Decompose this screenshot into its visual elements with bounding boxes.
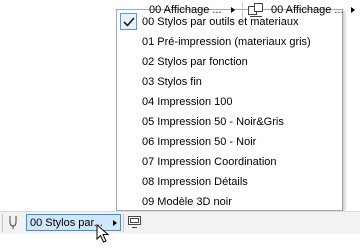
mouse-cursor-icon bbox=[96, 223, 112, 247]
chevron-right-icon bbox=[113, 220, 117, 226]
dimensions-icon bbox=[248, 2, 264, 21]
toolbar-separator bbox=[2, 214, 3, 232]
menu-item-label: 07 Impression Coordination bbox=[142, 156, 277, 168]
menu-item-pen-set-02[interactable]: 02 Stylos par fonction bbox=[117, 52, 342, 72]
menu-item-label: 06 Impression 50 - Noir bbox=[142, 136, 257, 148]
screen: 00 Stylos par outils et materiaux 01 Pré… bbox=[0, 0, 360, 251]
menu-item-pen-set-01[interactable]: 01 Pré-impression (materiaux gris) bbox=[117, 32, 342, 52]
menu-item-label: 09 Modèle 3D noir bbox=[142, 196, 232, 208]
menu-item-pen-set-08[interactable]: 08 Impression Détails bbox=[117, 172, 342, 192]
menu-item-label: 03 Stylos fin bbox=[142, 76, 202, 88]
model-view-icon bbox=[128, 214, 142, 233]
pen-set-dropdown-menu: 00 Stylos par outils et materiaux 01 Pré… bbox=[116, 9, 343, 211]
toolbar-separator bbox=[123, 214, 124, 232]
menu-item-label: 04 Impression 100 bbox=[142, 96, 233, 108]
dimensions-value: 00 Affichage ... bbox=[271, 4, 344, 16]
menu-item-label: 05 Impression 50 - Noir&Gris bbox=[142, 116, 284, 128]
menu-item-label: 08 Impression Détails bbox=[142, 176, 248, 188]
menu-item-pen-set-06[interactable]: 06 Impression 50 - Noir bbox=[117, 132, 342, 152]
checkmark-icon bbox=[120, 13, 137, 30]
menu-item-pen-set-04[interactable]: 04 Impression 100 bbox=[117, 92, 342, 112]
dimensions-selector[interactable]: 00 Affichage ... bbox=[268, 2, 358, 19]
menu-item-label: 02 Stylos par fonction bbox=[142, 56, 248, 68]
menu-item-pen-set-09[interactable]: 09 Modèle 3D noir bbox=[117, 192, 342, 212]
menu-item-label: 01 Pré-impression (materiaux gris) bbox=[142, 36, 311, 48]
pen-set-icon bbox=[8, 214, 18, 233]
bottom-toolbar: 00 Stylos par... bbox=[0, 211, 360, 234]
menu-item-pen-set-07[interactable]: 07 Impression Coordination bbox=[117, 152, 342, 172]
pen-set-value: 00 Stylos par... bbox=[30, 217, 103, 229]
chevron-right-icon bbox=[351, 7, 355, 13]
toolbar-separator bbox=[242, 2, 243, 20]
model-view-options-selector[interactable]: 00 Affichage ... bbox=[146, 2, 238, 19]
chevron-right-icon bbox=[231, 7, 235, 13]
menu-item-pen-set-03[interactable]: 03 Stylos fin bbox=[117, 72, 342, 92]
model-view-value: 00 Affichage ... bbox=[149, 4, 222, 16]
menu-item-pen-set-05[interactable]: 05 Impression 50 - Noir&Gris bbox=[117, 112, 342, 132]
